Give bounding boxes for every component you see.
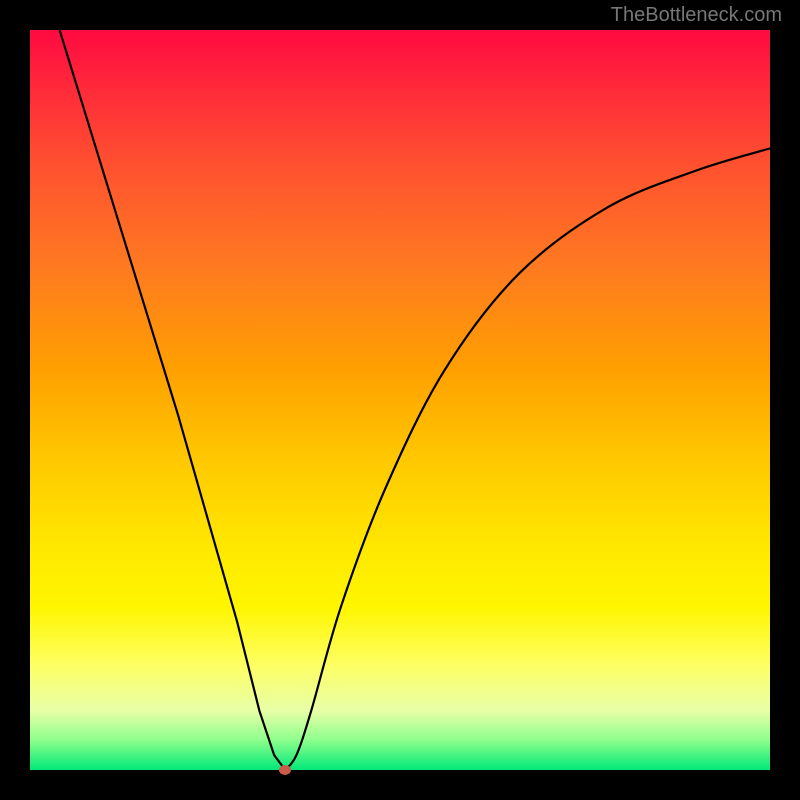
chart-plot-area — [30, 30, 770, 770]
chart-curve — [30, 30, 770, 770]
watermark-text: TheBottleneck.com — [611, 4, 782, 27]
chart-marker-dot — [279, 765, 291, 775]
